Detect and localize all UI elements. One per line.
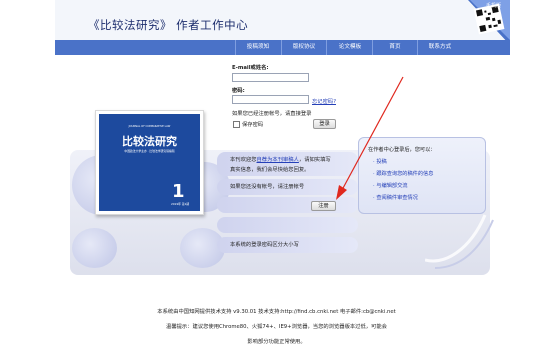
welcome-text: 本刊欢迎您自荐为本刊审稿人，请如实填写	[230, 155, 331, 163]
password-field[interactable]	[232, 95, 309, 104]
red-arrow-annotation	[336, 76, 404, 200]
nav-item-submission-guide[interactable]: 投稿须知	[236, 40, 280, 55]
cover-background	[99, 114, 200, 211]
remember-password-label: 保存密码	[242, 122, 264, 128]
footer-line-1: 本系统由中国知网提供技术支持 v9.30.01 技术支持:http://find…	[0, 307, 553, 315]
welcome-prefix: 本刊欢迎您	[230, 157, 257, 163]
email-label: E-mail或姓名:	[232, 65, 269, 71]
cover-title-en: JOURNAL OF COMPARATIVE LAW	[128, 125, 171, 128]
decorative-curve	[425, 214, 494, 269]
register-button[interactable]: 注册	[311, 201, 336, 211]
case-sensitive-hint: 本系统的登录密码区分大小写	[230, 242, 299, 248]
no-account-hint: 如果您还没有帐号，请注册帐号	[230, 184, 305, 190]
welcome-text-line2: 真实信息，我们会尽快给您回复。	[230, 167, 310, 173]
nav-separator	[326, 40, 327, 55]
nav-item-copyright[interactable]: 版权协议	[282, 40, 326, 55]
nav-item-template[interactable]: 论文模板	[328, 40, 372, 55]
footer-support-text: 本系统由中国知网提供技术支持 v9.30.01 技术支持:	[157, 309, 282, 315]
remember-password-checkbox[interactable]	[233, 121, 240, 128]
footer-email-label: 电子邮件:	[338, 309, 363, 315]
cover-title-cn: 比较法研究	[122, 135, 177, 148]
nav-item-home[interactable]: 首页	[373, 40, 417, 55]
register-hint: 如果您已经注册帐号，请直接登录	[232, 111, 312, 117]
qr-label: 手机版	[486, 3, 502, 9]
email-field[interactable]	[232, 73, 309, 82]
nav-item-contact[interactable]: 联系方式	[418, 40, 462, 55]
password-label: 密码:	[232, 88, 245, 94]
welcome-suffix-1: ，请如实填写	[298, 157, 331, 163]
footer-line-3: 影响部分功能正常使用。	[247, 339, 306, 345]
cover-subtitle: 中国政法大学主办 · 比较法学研究院编辑	[124, 149, 175, 153]
cover-issue-date: 2019年 第1期	[171, 202, 190, 206]
footer-line-2: 温馨提示：建议您使用Chrome80、火狐74+、IE9+浏览器，当您的浏览器版…	[166, 324, 387, 330]
footer-support-link[interactable]: http://find.cb.cnki.net	[281, 309, 338, 315]
decorative-ball	[72, 228, 117, 268]
reviewer-link[interactable]: 自荐为本刊审稿人	[257, 157, 299, 163]
footer-email-link[interactable]: cb@cnki.net	[363, 309, 396, 315]
journal-cover: JOURNAL OF COMPARATIVE LAW 比较法研究 中国政法大学主…	[95, 110, 204, 215]
page-title: 《比较法研究》 作者工作中心	[88, 18, 249, 32]
cover-issue-number: 1	[172, 181, 185, 202]
empty-panel	[217, 217, 358, 233]
